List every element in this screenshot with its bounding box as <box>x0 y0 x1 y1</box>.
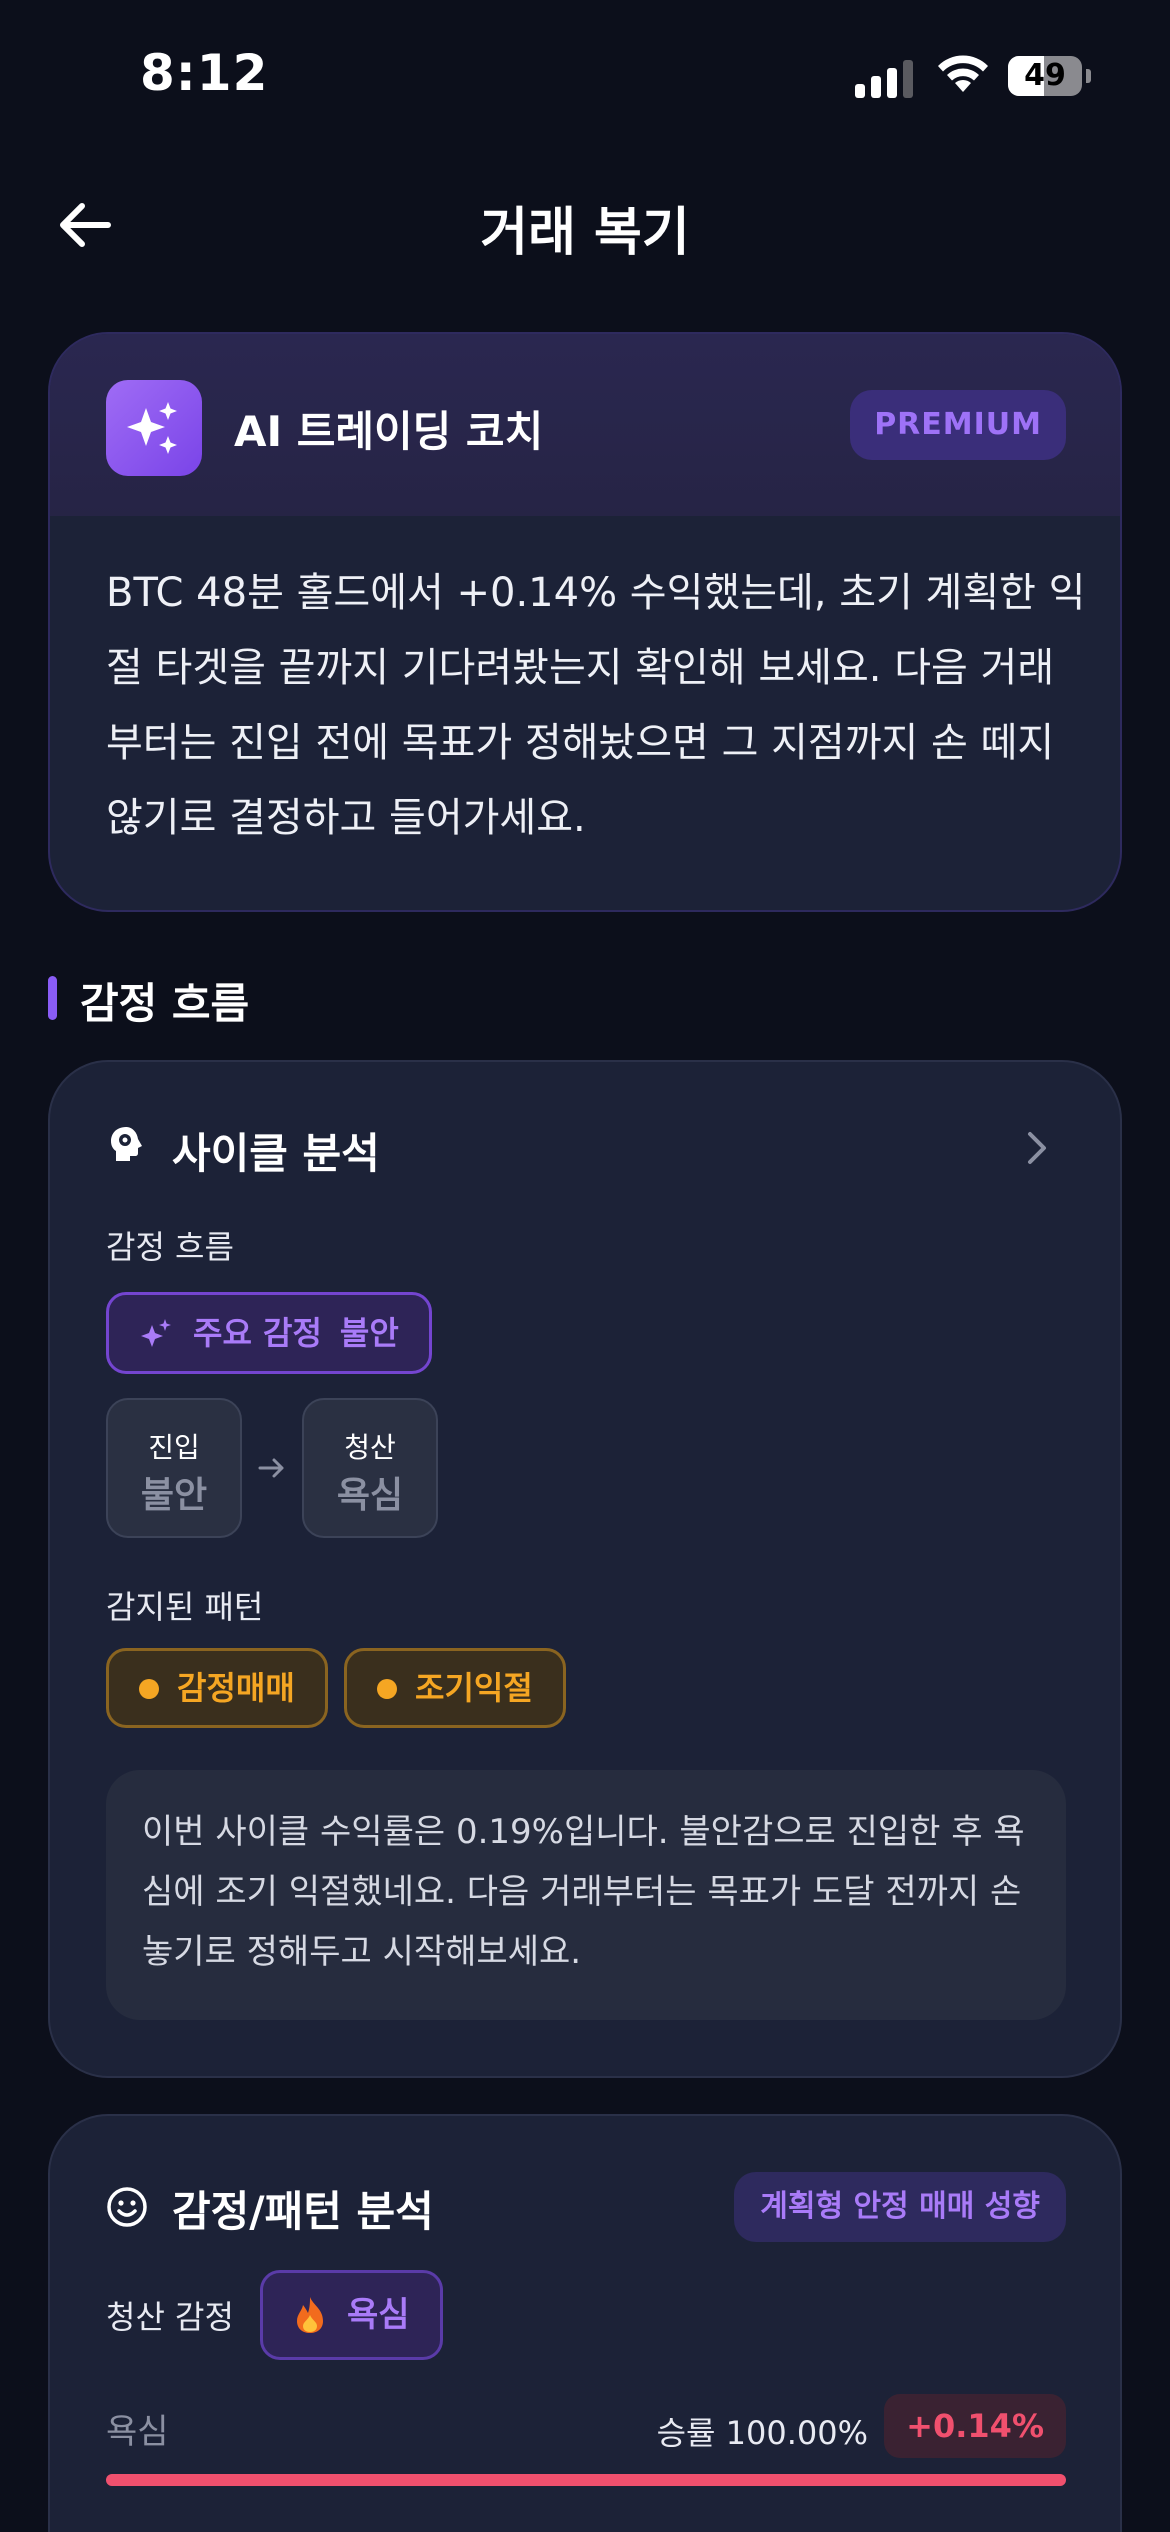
win-rate: 승률 100.00% <box>656 2414 868 2452</box>
detected-patterns-label: 감지된 패턴 <box>106 1588 264 1626</box>
entry-label: 진입 <box>148 1431 200 1464</box>
chevron-right-icon[interactable] <box>1022 1130 1052 1166</box>
status-bar: 8:12 49 <box>0 0 1170 150</box>
pattern-dot <box>377 1679 397 1699</box>
cycle-analysis-title: 사이클 분석 <box>172 1129 380 1178</box>
section-title-emotion-flow: 감정 흐름 <box>80 979 250 1028</box>
main-emotion-chip: 주요 감정 불안 <box>106 1292 432 1374</box>
main-emotion-label: 주요 감정 <box>193 1314 322 1352</box>
tendency-badge: 계획형 안정 매매 성향 <box>734 2172 1066 2242</box>
emotion-progress-fill <box>106 2474 1066 2486</box>
exit-emotion-value: 욕심 <box>347 2295 410 2335</box>
cycle-analysis-card[interactable]: 사이클 분석 감정 흐름 주요 감정 불안 진입 불안 청산 욕심 감지된 패턴 … <box>48 1060 1122 2078</box>
arrow-right-icon <box>258 1458 284 1478</box>
pattern-tag-label: 감정매매 <box>177 1669 295 1707</box>
exit-emotion-chip: 욕심 <box>260 2270 443 2360</box>
emotion-bar-label: 욕심 <box>106 2412 169 2452</box>
exit-emotion-label: 청산 감정 <box>106 2298 234 2336</box>
pattern-tag: 감정매매 <box>106 1648 328 1728</box>
sparkles-icon <box>106 380 202 476</box>
cycle-summary-text: 이번 사이클 수익률은 0.19%입니다. 불안감으로 진입한 후 욕심에 조기… <box>142 1812 1025 1972</box>
exit-label: 청산 <box>344 1431 396 1464</box>
ai-coach-header: AI 트레이딩 코치 PREMIUM <box>50 334 1120 516</box>
emotion-pattern-title: 감정/패턴 분석 <box>172 2187 434 2236</box>
pattern-tag: 조기익절 <box>344 1648 566 1728</box>
exit-emotion-value: 욕심 <box>336 1475 404 1516</box>
ai-coach-title: AI 트레이딩 코치 <box>234 407 544 456</box>
wifi-icon <box>938 55 988 92</box>
emotion-flow-label: 감정 흐름 <box>106 1228 234 1266</box>
status-time: 8:12 <box>140 44 269 102</box>
battery-icon: 49 <box>1008 56 1091 96</box>
main-emotion-value: 불안 <box>339 1314 399 1352</box>
sparkles-icon <box>141 1319 171 1347</box>
ai-coach-card: AI 트레이딩 코치 PREMIUM BTC 48분 홀드에서 +0.14% 수… <box>48 332 1122 912</box>
ai-coach-message: BTC 48분 홀드에서 +0.14% 수익했는데, 초기 계획한 익절 타겟을… <box>106 570 1086 841</box>
head-gear-icon <box>111 1127 142 1161</box>
entry-emotion-box: 진입 불안 <box>106 1398 242 1538</box>
pattern-tag-label: 조기익절 <box>415 1669 533 1707</box>
page-title: 거래 복기 <box>480 203 690 263</box>
cycle-summary-box: 이번 사이클 수익률은 0.19%입니다. 불안감으로 진입한 후 욕심에 조기… <box>106 1770 1066 2020</box>
entry-emotion-value: 불안 <box>140 1475 208 1516</box>
pattern-dot <box>139 1679 159 1699</box>
emotion-pattern-card: 감정/패턴 분석 계획형 안정 매매 성향 청산 감정 욕심 욕심 승률 100… <box>48 2114 1122 2532</box>
emotion-progress-track <box>106 2474 1066 2486</box>
top-navigation: 거래 복기 <box>0 170 1170 280</box>
premium-badge: PREMIUM <box>850 390 1066 460</box>
pnl-badge: +0.14% <box>884 2394 1066 2458</box>
smiley-icon <box>107 2187 147 2227</box>
battery-level: 49 <box>1024 58 1066 93</box>
fire-icon <box>297 2297 323 2333</box>
exit-emotion-box: 청산 욕심 <box>302 1398 438 1538</box>
cellular-signal-icon <box>855 58 915 98</box>
section-accent-bar <box>48 976 57 1020</box>
